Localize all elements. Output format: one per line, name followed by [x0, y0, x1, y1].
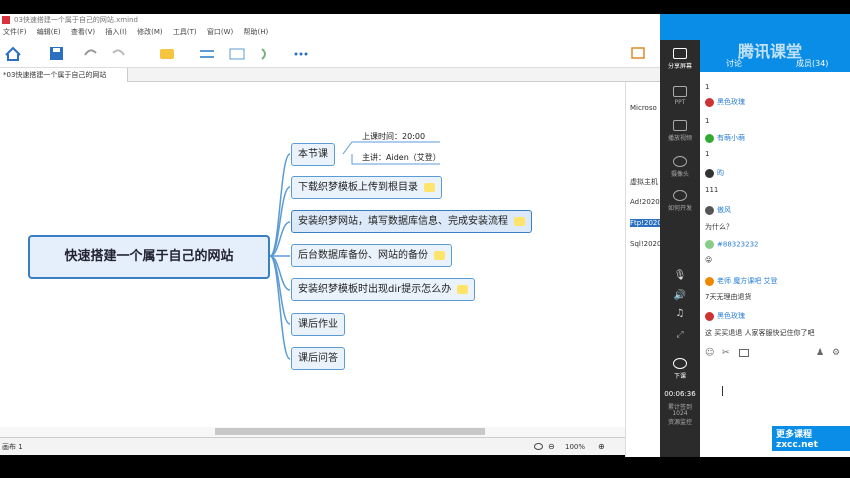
zoom-in-icon[interactable]: ⊕: [598, 438, 605, 456]
expand-icon[interactable]: ⤢: [660, 330, 700, 340]
resource-monitor[interactable]: 资源监控: [660, 417, 700, 426]
microphone-icon[interactable]: 🎙: [660, 270, 700, 281]
avatar: [705, 276, 714, 286]
avatar: [705, 97, 714, 107]
avatar: [705, 205, 714, 215]
chat-message: 111: [705, 186, 719, 194]
chat-message: 1: [705, 117, 710, 125]
avatar: [705, 240, 714, 249]
boundary-icon[interactable]: [229, 48, 245, 60]
scissors-icon[interactable]: ✂: [722, 348, 730, 358]
root-topic[interactable]: 快速搭建一个属于自己的网站: [28, 235, 270, 279]
share-screen-button[interactable]: 分享屏幕: [660, 48, 700, 70]
brand-logo: 腾讯课堂: [738, 42, 803, 61]
class-timer: 00:06:36: [664, 390, 696, 398]
more-icon[interactable]: [294, 52, 308, 56]
topic-backup[interactable]: 后台数据库备份、网站的备份: [291, 244, 452, 267]
chat-user: 老师 魔方课吧 艾登: [705, 276, 777, 286]
avatar: [705, 311, 714, 321]
avatar: [705, 133, 714, 143]
speaker-icon[interactable]: 🔊: [660, 290, 700, 301]
format-panel: Microso 虚拟主机 Ad!2020 Ftp!2020 Sql!2020: [625, 82, 662, 457]
chat-user: 有萌小萌: [705, 133, 745, 143]
chat-user: 黑色玫瑰: [705, 311, 745, 321]
menu-help[interactable]: 帮助(H): [243, 28, 268, 36]
topic-this-lesson[interactable]: 本节课: [291, 143, 335, 166]
image-icon[interactable]: [739, 349, 749, 357]
flag-icon: [434, 250, 445, 260]
text-cursor: [722, 386, 723, 396]
play-video-button[interactable]: 播放视频: [660, 120, 700, 142]
camera-button[interactable]: 摄像头: [660, 156, 700, 178]
chat-user: 黑色玫瑰: [705, 97, 745, 107]
redo-icon[interactable]: [112, 49, 125, 56]
avatar: [705, 168, 714, 178]
panel-item-selected: Ftp!2020: [630, 219, 662, 227]
emoji-icon[interactable]: ☺: [705, 348, 714, 358]
menu-window[interactable]: 窗口(W): [207, 28, 233, 36]
presentation-icon[interactable]: [631, 47, 645, 59]
flag-icon: [514, 216, 525, 226]
eye-icon[interactable]: [534, 443, 543, 450]
topic-homework[interactable]: 课后作业: [291, 313, 345, 336]
whiteboard-button[interactable]: 如何开发: [660, 190, 700, 212]
toolbar-icons: [5, 46, 645, 61]
members-icon[interactable]: ♟: [816, 348, 824, 358]
topic-install-dede[interactable]: 安装织梦网站，填写数据库信息、完成安装流程: [291, 210, 532, 233]
chat-user: #88323232: [705, 240, 759, 249]
live-sidebar: 分享屏幕 PPT 播放视频 摄像头 如何开发 🎙 🔊 ♫ ⤢ 下课 00:06:…: [660, 40, 700, 457]
menu-tools[interactable]: 工具(T): [173, 28, 197, 36]
toolbar: [0, 38, 660, 68]
menu-file[interactable]: 文件(F): [3, 28, 27, 36]
flag-icon: [457, 284, 469, 294]
tab-document[interactable]: *03快速搭建一个属于自己的网站: [0, 68, 128, 82]
menu-insert[interactable]: 插入(I): [105, 28, 127, 36]
flag-icon: [424, 182, 435, 192]
mindmap-canvas[interactable]: 快速搭建一个属于自己的网站 本节课 上课时间：20:00 主讲：Aiden（艾登…: [0, 82, 625, 427]
chat-message: 1: [705, 150, 710, 158]
chat-message: 😜: [705, 256, 713, 264]
topic-download-template[interactable]: 下载织梦模板上传到根目录: [291, 176, 442, 199]
end-class-button[interactable]: 下课: [660, 358, 700, 380]
chat-message: 1: [705, 83, 710, 91]
watermark: 更多课程 zxcc.net: [772, 426, 850, 451]
menu-edit[interactable]: 编辑(E): [37, 28, 61, 36]
chat-user: 傲风: [705, 205, 731, 215]
menu-view[interactable]: 查看(V): [71, 28, 95, 36]
relationship-icon[interactable]: [200, 50, 214, 58]
panel-font-name[interactable]: Microso: [630, 104, 657, 112]
horizontal-scrollbar[interactable]: [0, 427, 625, 437]
xmind-logo-icon: [2, 16, 10, 24]
note-teacher[interactable]: 主讲：Aiden（艾登）: [362, 152, 441, 163]
undo-icon[interactable]: [84, 49, 97, 56]
tab-chat[interactable]: 讨论: [726, 58, 742, 69]
summary-icon[interactable]: [261, 48, 266, 60]
ppt-button[interactable]: PPT: [660, 86, 700, 106]
status-bar: 画布 1 ⊖ 100% ⊕: [0, 437, 625, 455]
signin-count: 1024: [672, 410, 688, 417]
zoom-out-icon[interactable]: ⊖: [548, 438, 555, 456]
chat-message: 为什么？: [705, 223, 733, 231]
menu-bar: 文件(F) 编辑(E) 查看(V) 插入(I) 修改(M) 工具(T) 窗口(W…: [0, 26, 660, 38]
chat-user: 昀: [705, 168, 724, 178]
chat-message: 7天无理由退货: [705, 293, 752, 301]
panel-item: Ad!2020: [630, 198, 660, 206]
menu-modify[interactable]: 修改(M): [137, 28, 163, 36]
topic-qa[interactable]: 课后问答: [291, 347, 345, 370]
zoom-level[interactable]: 100%: [565, 438, 585, 456]
topic-icon[interactable]: [160, 49, 174, 59]
chat-message: 这 买买退退 人家客服快记住你了吧: [705, 329, 815, 337]
topic-dir-issue[interactable]: 安装织梦模板时出现dir提示怎么办: [291, 278, 476, 301]
sheet-tab[interactable]: 画布 1: [2, 438, 23, 456]
tab-members[interactable]: 成员(34): [796, 58, 828, 69]
window-title: 03快速搭建一个属于自己的网站.xmind: [14, 16, 138, 24]
panel-item: 虚拟主机: [630, 178, 658, 186]
scrollbar-thumb[interactable]: [215, 428, 485, 435]
panel-item: Sql!2020: [630, 240, 662, 248]
save-icon[interactable]: [50, 47, 63, 60]
settings-icon[interactable]: ⚙: [832, 348, 840, 358]
music-icon[interactable]: ♫: [660, 308, 700, 319]
home-icon[interactable]: [5, 46, 21, 61]
note-class-time[interactable]: 上课时间：20:00: [362, 131, 425, 142]
